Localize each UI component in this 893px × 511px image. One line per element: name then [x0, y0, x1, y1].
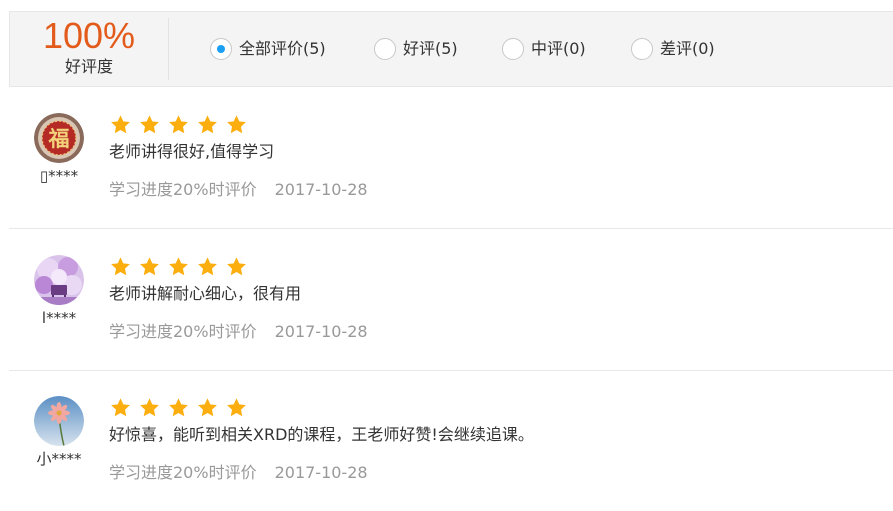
summary-divider — [168, 18, 169, 80]
review-comment: 老师讲得很好,值得学习 — [109, 142, 275, 161]
star-icon — [111, 398, 130, 417]
positive-rate-label: 好评度 — [64, 57, 113, 76]
star-rating — [110, 397, 255, 419]
fu-character-avatar-icon[interactable]: 福 — [34, 113, 84, 163]
radio-checked-icon[interactable] — [210, 38, 232, 60]
review-comment: 老师讲解耐心细心，很有用 — [109, 284, 302, 303]
star-icon — [227, 398, 246, 417]
filter-label: 差评(0) — [660, 39, 715, 58]
review-meta: 学习进度20%时评价 2017-10-28 — [109, 320, 368, 344]
radio-unchecked-icon[interactable] — [374, 38, 396, 60]
radio-unchecked-icon[interactable] — [502, 38, 524, 60]
review-meta: 学习进度20%时评价 2017-10-28 — [109, 178, 368, 202]
positive-rate-value: 100% — [42, 15, 136, 56]
review-item: 小**** 好惊喜，能听到相关XRD的课程，王老师好赞!会继续追课。 学习进度2… — [9, 370, 893, 511]
review-date: 2017-10-28 — [274, 463, 368, 482]
filter-label: 中评(0) — [531, 39, 586, 58]
star-icon — [140, 257, 159, 276]
review-date: 2017-10-28 — [274, 322, 368, 341]
flower-sky-avatar-icon[interactable] — [34, 396, 84, 446]
review-date: 2017-10-28 — [274, 180, 368, 199]
reviewer-name: ▯**** — [39, 167, 79, 185]
review-meta: 学习进度20%时评价 2017-10-28 — [109, 461, 368, 485]
star-icon — [169, 398, 188, 417]
positive-rate-box: 100% 好评度 — [10, 12, 168, 86]
star-icon — [198, 257, 217, 276]
review-progress: 学习进度20%时评价 — [109, 322, 257, 341]
star-rating — [110, 114, 255, 136]
filter-all-reviews[interactable]: 全部评价(5) — [210, 37, 326, 61]
filter-label: 好评(5) — [403, 39, 458, 58]
purple-blossom-avatar-icon[interactable] — [34, 255, 84, 305]
star-icon — [198, 115, 217, 134]
rating-summary-bar: 100% 好评度 全部评价(5) 好评(5) 中评(0) 差评(0) — [9, 11, 893, 87]
filter-positive-reviews[interactable]: 好评(5) — [374, 37, 458, 61]
radio-unchecked-icon[interactable] — [631, 38, 653, 60]
review-progress: 学习进度20%时评价 — [109, 463, 257, 482]
review-progress: 学习进度20%时评价 — [109, 180, 257, 199]
star-icon — [227, 257, 246, 276]
reviewer-name: 小**** — [36, 450, 82, 468]
star-icon — [198, 398, 217, 417]
reviewer-name: l**** — [41, 309, 77, 327]
star-icon — [111, 115, 130, 134]
review-item: 福 ▯**** 老师讲得很好,值得学习 学习进度20%时评价 2017-10-28 — [9, 87, 893, 229]
filter-neutral-reviews[interactable]: 中评(0) — [502, 37, 586, 61]
review-comment: 好惊喜，能听到相关XRD的课程，王老师好赞!会继续追课。 — [109, 425, 534, 444]
star-icon — [140, 398, 159, 417]
star-icon — [169, 257, 188, 276]
star-icon — [111, 257, 130, 276]
review-item: l**** 老师讲解耐心细心，很有用 学习进度20%时评价 2017-10-28 — [9, 229, 893, 371]
star-icon — [227, 115, 246, 134]
filter-negative-reviews[interactable]: 差评(0) — [631, 37, 715, 61]
star-icon — [169, 115, 188, 134]
filter-label: 全部评价(5) — [239, 39, 326, 58]
star-icon — [140, 115, 159, 134]
star-rating — [110, 256, 255, 278]
svg-text:福: 福 — [48, 127, 70, 151]
